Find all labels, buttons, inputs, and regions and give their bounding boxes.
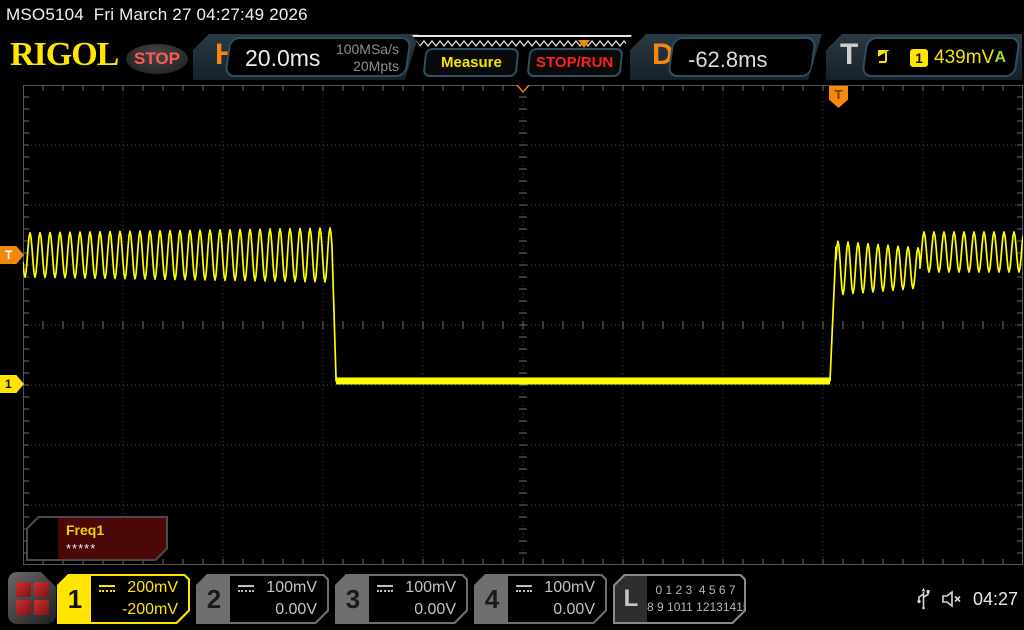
measurement-label: Freq1 [66,522,104,538]
logic-analyzer-button[interactable]: L 0 1 2 3 4 5 6 78 9 1011 12131415 [613,574,746,624]
measure-button[interactable]: Measure [422,48,519,77]
delay-value: -62.8ms [688,47,767,73]
oscilloscope-screen: MSO5104 Fri March 27 04:27:49 2026 RIGOL… [0,0,1024,630]
channel-3-button[interactable]: 3 100mV 0.00V [335,574,468,624]
horizontal-settings-box[interactable]: H 20.0ms 100MSa/s 20Mpts [193,34,419,80]
menu-grid-icon [16,582,31,597]
dc-coupling-icon [516,585,532,592]
trigger-slope-icon [878,48,896,64]
measurement-box-freq1[interactable]: Freq1 ***** [26,516,168,561]
logic-channels-row2: 8 9 1011 12131415 [647,600,750,614]
horizontal-reference-marker-icon [516,85,530,93]
sound-muted-icon [941,590,963,608]
channel-3-offset: 0.00V [414,601,456,619]
channel-3-number: 3 [335,574,371,624]
stop-run-button[interactable]: STOP/RUN [526,48,623,77]
dc-coupling-icon [99,585,115,592]
trigger-settings-box[interactable]: T 1 439mV A [826,34,1022,80]
trigger-mode: A [994,49,1006,67]
channel-1-scale: 200mV [127,579,178,597]
trigger-level-value: 439mV [934,47,994,69]
menu-grid-button[interactable] [8,572,56,624]
timebase-box[interactable]: 20.0ms 100MSa/s 20Mpts [224,37,412,77]
channel1-zero-marker[interactable]: 1 [0,375,24,393]
channel-4-button[interactable]: 4 100mV 0.00V [474,574,607,624]
delay-box[interactable]: -62.8ms [667,37,817,77]
run-state-badge[interactable]: STOP [126,44,188,74]
trigger-box[interactable]: 1 439mV A [861,37,1021,77]
trigger-source-badge: 1 [910,49,928,67]
waveform-overview-bar[interactable] [412,35,632,49]
waveform-display[interactable] [23,85,1023,565]
channel-1-button[interactable]: 1 200mV -200mV [57,574,190,624]
channel-4-number: 4 [474,574,510,624]
channel-4-offset: 0.00V [553,601,595,619]
logic-channels-row1: 0 1 2 3 4 5 6 7 [655,583,735,597]
timebase-value: 20.0ms [245,45,320,72]
channel-1-offset: -200mV [122,601,178,619]
channel-3-scale: 100mV [405,579,456,597]
memory-depth: 20Mpts [336,58,399,75]
dc-coupling-icon [377,585,393,592]
window-title: MSO5104 Fri March 27 04:27:49 2026 [6,5,308,25]
sample-rate: 100MSa/s [336,41,399,58]
channel-2-button[interactable]: 2 100mV 0.00V [196,574,329,624]
measurement-value: ***** [66,541,96,556]
clock: 04:27 [973,589,1018,610]
channel-2-offset: 0.00V [275,601,317,619]
overview-trigger-marker-icon[interactable] [578,40,590,48]
rigol-logo: RIGOL [10,36,118,74]
delay-settings-box[interactable]: D -62.8ms [630,34,822,80]
dc-coupling-icon [238,585,254,592]
logic-analyzer-label: L [615,576,647,622]
usb-icon [916,588,931,610]
status-area: 04:27 [916,588,1018,610]
channel-4-scale: 100mV [544,579,595,597]
channel-2-scale: 100mV [266,579,317,597]
acquisition-info: 100MSa/s 20Mpts [336,41,399,75]
channel-2-number: 2 [196,574,232,624]
channel-1-number: 1 [57,574,93,624]
trigger-label: T [840,38,858,72]
trigger-level-marker[interactable]: T [0,246,24,264]
